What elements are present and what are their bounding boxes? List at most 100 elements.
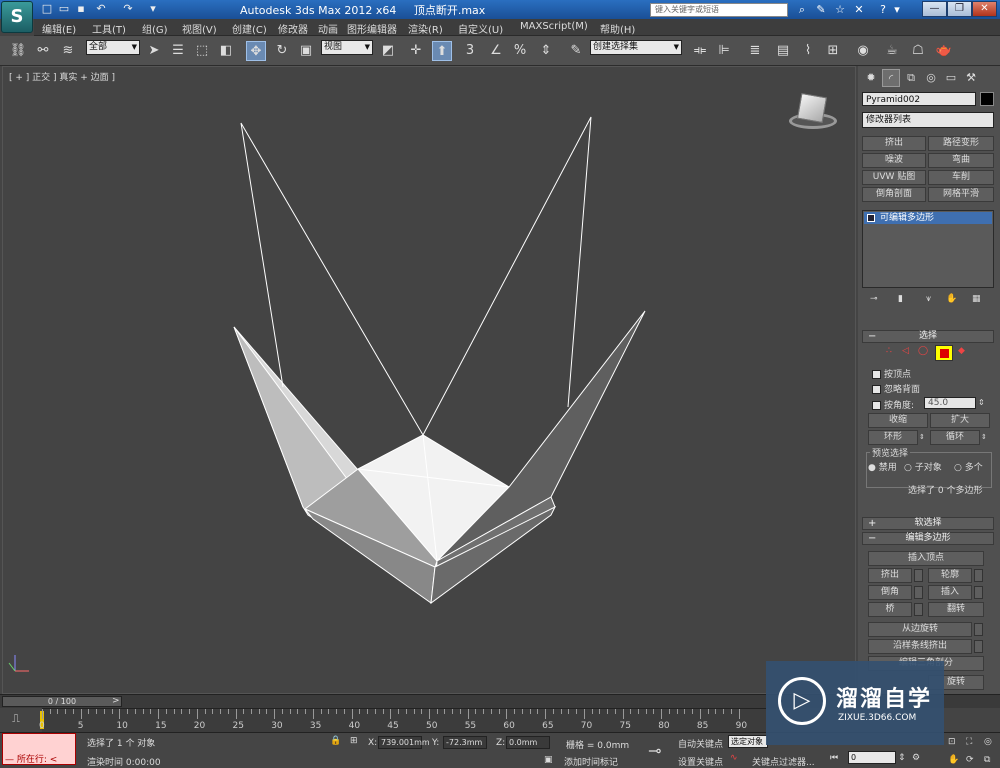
selection-filter-dropdown[interactable]: 全部 <box>86 40 140 55</box>
selection-rollout[interactable]: − 选择 <box>862 330 994 343</box>
bevel-button[interactable]: 倒角 <box>868 585 912 600</box>
inset-settings-button[interactable] <box>974 586 983 599</box>
extrude-button[interactable]: 挤出 <box>868 568 912 583</box>
next-frame-arrow-icon[interactable]: > <box>112 696 120 706</box>
shrink-button[interactable]: 收缩 <box>868 413 928 428</box>
time-tag-icon[interactable]: ▣ <box>544 755 553 765</box>
tools-icon[interactable]: ✎ <box>813 2 829 17</box>
minimize-button[interactable]: — <box>922 1 947 17</box>
menu-views[interactable]: 视图(V) <box>182 21 217 36</box>
app-logo-icon[interactable]: S <box>1 1 33 33</box>
perspective-viewport[interactable]: [ + ] 正交 ] 真实 + 边面 ] <box>2 66 856 694</box>
rendered-frame-icon[interactable]: ☖ <box>908 41 928 61</box>
snaps-toggle-icon[interactable]: 3 <box>460 41 480 61</box>
border-mode-icon[interactable]: ◯ <box>918 346 928 356</box>
extrude-along-spline-settings-button[interactable] <box>974 640 983 653</box>
bridge-settings-button[interactable] <box>914 603 923 616</box>
time-slider-handle[interactable]: 0 / 100 <box>2 696 122 707</box>
modifier-button-bevel-profile[interactable]: 倒角剖面 <box>862 187 926 202</box>
frame-spinner-icon[interactable]: ⇕ <box>898 753 906 763</box>
bind-space-warp-icon[interactable]: ≋ <box>58 41 78 61</box>
ignore-backfacing-checkbox[interactable]: 忽略背面 <box>872 382 920 395</box>
menu-edit[interactable]: 编辑(E) <box>42 21 76 36</box>
menu-customize[interactable]: 自定义(U) <box>458 21 503 36</box>
ring-button[interactable]: 环形 <box>868 430 918 445</box>
by-vertex-checkbox[interactable]: 按顶点 <box>872 367 911 380</box>
menu-graph-editors[interactable]: 图形编辑器 <box>347 21 397 36</box>
pyramid-model[interactable] <box>3 67 855 693</box>
select-and-scale-icon[interactable]: ▣ <box>296 41 316 61</box>
render-setup-icon[interactable]: ☕ <box>882 41 902 61</box>
hierarchy-tab-icon[interactable]: ⧉ <box>902 69 920 87</box>
modifier-button-path-deform[interactable]: 路径变形 <box>928 136 994 151</box>
star-icon[interactable]: ☆ <box>832 2 848 17</box>
object-name-field[interactable]: Pyramid002 <box>862 92 976 106</box>
help-dropdown-icon[interactable]: ▾ <box>889 2 905 17</box>
key-mode-dropdown[interactable]: 选定对象 <box>728 735 768 748</box>
current-frame-field[interactable]: 0 <box>848 751 896 764</box>
maximize-button[interactable]: ❐ <box>947 1 972 17</box>
by-angle-check[interactable] <box>872 401 881 410</box>
inset-button[interactable]: 插入 <box>928 585 972 600</box>
maximize-viewport-icon[interactable]: ⧉ <box>984 755 990 765</box>
keyboard-shortcut-override-icon[interactable]: ⬆ <box>432 41 452 61</box>
undo-icon[interactable]: ↶ <box>94 2 108 16</box>
modifier-button-extrude[interactable]: 挤出 <box>862 136 926 151</box>
select-and-manipulate-icon[interactable]: ✛ <box>406 41 426 61</box>
menu-group[interactable]: 组(G) <box>142 21 168 36</box>
by-angle-checkbox[interactable]: 按角度: <box>872 398 914 411</box>
object-color-swatch[interactable] <box>980 92 994 106</box>
loop-button[interactable]: 循环 <box>930 430 980 445</box>
modify-tab-icon[interactable]: ◜ <box>882 69 900 87</box>
redo-icon[interactable]: ↷ <box>121 2 135 16</box>
key-filters-button[interactable]: 关键点过滤器... <box>752 755 815 768</box>
modifier-button-uvw-map[interactable]: UVW 贴图 <box>862 170 926 185</box>
rectangle-selection-icon[interactable]: ⬚ <box>192 41 212 61</box>
menu-help[interactable]: 帮助(H) <box>600 21 635 36</box>
open-file-icon[interactable]: ▭ <box>57 2 71 16</box>
modifier-button-bend[interactable]: 弯曲 <box>928 153 994 168</box>
graphite-tools-icon[interactable]: ▤ <box>773 41 793 61</box>
curve-editor-icon[interactable]: ⌇ <box>798 41 818 61</box>
menu-modifiers[interactable]: 修改器 <box>278 21 308 36</box>
menu-tools[interactable]: 工具(T) <box>92 21 126 36</box>
named-selection-dropdown[interactable]: 创建选择集 <box>590 40 682 55</box>
ring-spinner-icon[interactable]: ⇕ <box>919 430 927 445</box>
reference-coordinate-dropdown[interactable]: 视图 <box>321 40 373 55</box>
expand-icon[interactable] <box>867 214 875 222</box>
schematic-view-icon[interactable]: ⊞ <box>823 41 843 61</box>
vertex-mode-icon[interactable]: ∴ <box>886 346 892 356</box>
element-mode-icon[interactable]: ◆ <box>958 346 965 356</box>
angle-snap-icon[interactable]: ∠ <box>486 41 506 61</box>
extrude-settings-button[interactable] <box>914 569 923 582</box>
menu-animation[interactable]: 动画 <box>318 21 338 36</box>
soft-selection-rollout[interactable]: + 软选择 <box>862 517 994 530</box>
bevel-settings-button[interactable] <box>914 586 923 599</box>
key-icon[interactable]: ⊸ <box>648 741 661 760</box>
modifier-button-meshsmooth[interactable]: 网格平滑 <box>928 187 994 202</box>
save-file-icon[interactable]: ▪ <box>74 2 88 16</box>
menu-maxscript[interactable]: MAXScript(M) <box>520 21 588 32</box>
show-end-result-icon[interactable]: ▮ <box>898 294 903 304</box>
set-key-icon[interactable]: ∿ <box>730 753 738 763</box>
edit-named-selection-icon[interactable]: ✎ <box>566 41 586 61</box>
preview-multi-radio[interactable]: ○ 多个 <box>954 460 983 473</box>
preview-disabled-radio[interactable]: ● 禁用 <box>868 460 897 473</box>
ignore-backfacing-check[interactable] <box>872 385 881 394</box>
display-tab-icon[interactable]: ▭ <box>942 69 960 87</box>
z-coordinate-field[interactable]: 0.0mm <box>506 736 550 749</box>
absolute-mode-icon[interactable]: ⊞ <box>350 736 358 746</box>
material-editor-icon[interactable]: ◉ <box>853 41 873 61</box>
mini-curve-editor-icon[interactable]: ⎍ <box>6 712 26 728</box>
x-coordinate-field[interactable]: 739.001mm <box>378 736 430 749</box>
render-production-icon[interactable]: 🫖 <box>934 41 954 61</box>
modifier-button-lathe[interactable]: 车削 <box>928 170 994 185</box>
flip-button[interactable]: 翻转 <box>928 602 984 617</box>
modifier-list-dropdown[interactable]: 修改器列表 <box>862 112 994 128</box>
grow-button[interactable]: 扩大 <box>930 413 990 428</box>
stack-item-editable-poly[interactable]: 可编辑多边形 <box>864 212 992 224</box>
binoculars-icon[interactable]: ⌕ <box>794 2 810 17</box>
angle-value-input[interactable]: 45.0 <box>924 397 976 409</box>
spinner-snap-icon[interactable]: ⇕ <box>536 41 556 61</box>
utilities-tab-icon[interactable]: ⚒ <box>962 69 980 87</box>
